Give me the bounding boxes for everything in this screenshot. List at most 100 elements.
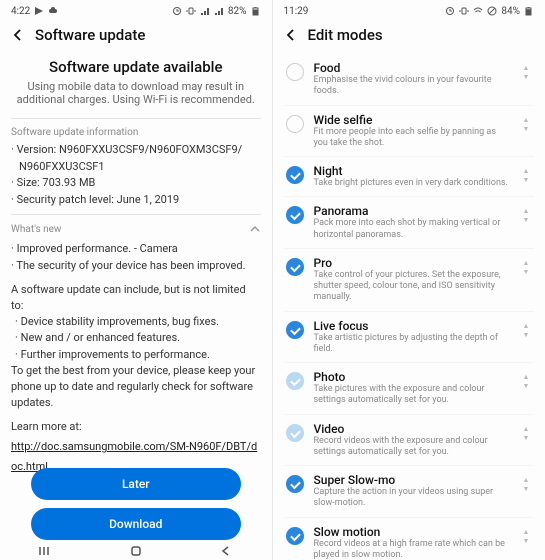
vibrate-icon [459,6,469,16]
mode-checkbox[interactable] [286,424,304,442]
mode-title: Super Slow-mo [314,473,511,487]
play-store-icon [34,6,44,16]
back-nav-icon[interactable] [219,544,233,558]
mode-desc: Pack more into each shot by making verti… [314,218,511,241]
improvement-item: The security of your device has been imp… [11,258,261,275]
reorder-handle[interactable]: ▲▼ [520,208,532,224]
reorder-handle[interactable]: ▲▼ [520,529,532,545]
info-version: Version: N960FXXU3CSF9/N960FOXM3CSF9/ N9… [11,142,261,175]
include-item: New and / or enhanced features. [15,330,261,347]
software-update-screen: 4:22 82% Software update Software update… [0,0,273,560]
mode-checkbox[interactable] [286,63,304,81]
mode-row: Slow motionRecord videos at a high frame… [284,518,535,560]
mode-row: PhotoTake pictures with the exposure and… [284,363,535,415]
status-bar: 4:22 82% [11,0,261,20]
mode-desc: Record videos at a high frame rate which… [314,539,511,560]
mode-text: Live focusTake artistic pictures by adju… [314,319,511,356]
include-item: Further improvements to performance. [15,347,261,364]
mode-checkbox[interactable] [286,115,304,133]
header: Edit modes [284,20,535,54]
wifi-icon [473,6,483,16]
status-bar: 11:29 84% [284,0,535,20]
mode-desc: Fit more people into each selfie by pann… [314,127,511,150]
mode-row: Live focusTake artistic pictures by adju… [284,312,535,364]
mode-checkbox[interactable] [286,372,304,390]
back-icon[interactable] [284,28,298,42]
edit-modes-screen: 11:29 84% Edit modes FoodEmphasise the v… [273,0,545,560]
download-button[interactable]: Download [31,508,241,540]
mode-desc: Record videos with the exposure and colo… [314,436,511,459]
mode-desc: Capture the action in your videos using … [314,487,511,510]
mode-title: Pro [314,256,511,270]
header-title: Edit modes [308,26,383,44]
include-intro: A software update can include, but is no… [11,274,261,314]
mode-desc: Take artistic pictures by adjusting the … [314,333,511,356]
mode-text: FoodEmphasise the vivid colours in your … [314,61,511,98]
mode-desc: Take control of your pictures. Set the e… [314,270,511,304]
mode-checkbox[interactable] [286,527,304,545]
info-section-label: Software update information [11,119,261,142]
improvements-list: Improved performance. - Camera The secur… [11,241,261,274]
mode-title: Night [314,164,511,178]
status-time: 4:22 [11,6,30,17]
home-icon[interactable] [129,544,143,558]
mode-checkbox[interactable] [286,166,304,184]
page-subtitle: Using mobile data to download may result… [11,76,261,118]
mode-checkbox[interactable] [286,206,304,224]
status-time: 11:29 [284,6,309,17]
mode-checkbox[interactable] [286,475,304,493]
info-patch: Security patch level: June 1, 2019 [11,192,261,209]
mode-title: Slow motion [314,525,511,539]
mode-title: Photo [314,370,511,384]
mode-text: Slow motionRecord videos at a high frame… [314,525,511,560]
reorder-handle[interactable]: ▲▼ [520,426,532,442]
reorder-handle[interactable]: ▲▼ [520,260,532,276]
battery-icon [524,6,534,16]
mode-desc: Take pictures with the exposure and colo… [314,384,511,407]
no-signal-icon [487,6,497,16]
mode-title: Live focus [314,319,511,333]
reorder-handle[interactable]: ▲▼ [520,477,532,493]
mode-row: Super Slow-moCapture the action in your … [284,466,535,518]
alarm-icon [445,6,455,16]
vibrate-icon [186,6,196,16]
back-icon[interactable] [11,28,25,42]
mode-row: NightTake bright pictures even in very d… [284,157,535,197]
reorder-handle[interactable]: ▲▼ [520,168,532,184]
info-size: Size: 703.93 MB [11,175,261,192]
battery-percent: 84% [501,6,520,17]
mode-desc: Emphasise the vivid colours in your favo… [314,75,511,98]
mode-text: Super Slow-moCapture the action in your … [314,473,511,510]
recent-apps-icon[interactable] [38,544,52,558]
action-buttons: Later Download [0,468,272,540]
info-list: Version: N960FXXU3CSF9/N960FOXM3CSF9/ N9… [11,142,261,208]
reorder-handle[interactable]: ▲▼ [520,117,532,133]
mode-list: FoodEmphasise the vivid colours in your … [284,54,535,560]
mode-title: Panorama [314,204,511,218]
mode-desc: Take bright pictures even in very dark c… [314,178,511,189]
keep-updated-text: To get the best from your device, please… [11,363,261,411]
include-list: Device stability improvements, bug fixes… [11,314,261,364]
header-title: Software update [35,26,145,44]
mode-text: Wide selfieFit more people into each sel… [314,113,511,150]
mode-checkbox[interactable] [286,321,304,339]
later-button[interactable]: Later [31,468,241,500]
battery-percent: 82% [228,6,247,17]
mode-row: Wide selfieFit more people into each sel… [284,106,535,158]
reorder-handle[interactable]: ▲▼ [520,65,532,81]
reorder-handle[interactable]: ▲▼ [520,374,532,390]
mode-text: VideoRecord videos with the exposure and… [314,422,511,459]
whats-new-row[interactable]: What's new [11,215,261,241]
include-item: Device stability improvements, bug fixes… [15,314,261,331]
mode-title: Video [314,422,511,436]
mode-text: ProTake control of your pictures. Set th… [314,256,511,304]
chevron-up-icon [249,223,261,235]
cloud-icon [48,6,58,16]
mode-checkbox[interactable] [286,258,304,276]
page-title: Software update available [11,54,261,76]
mode-text: PhotoTake pictures with the exposure and… [314,370,511,407]
reorder-handle[interactable]: ▲▼ [520,323,532,339]
alarm-icon [172,6,182,16]
mode-row: PanoramaPack more into each shot by maki… [284,197,535,249]
system-nav-bar [0,542,272,560]
